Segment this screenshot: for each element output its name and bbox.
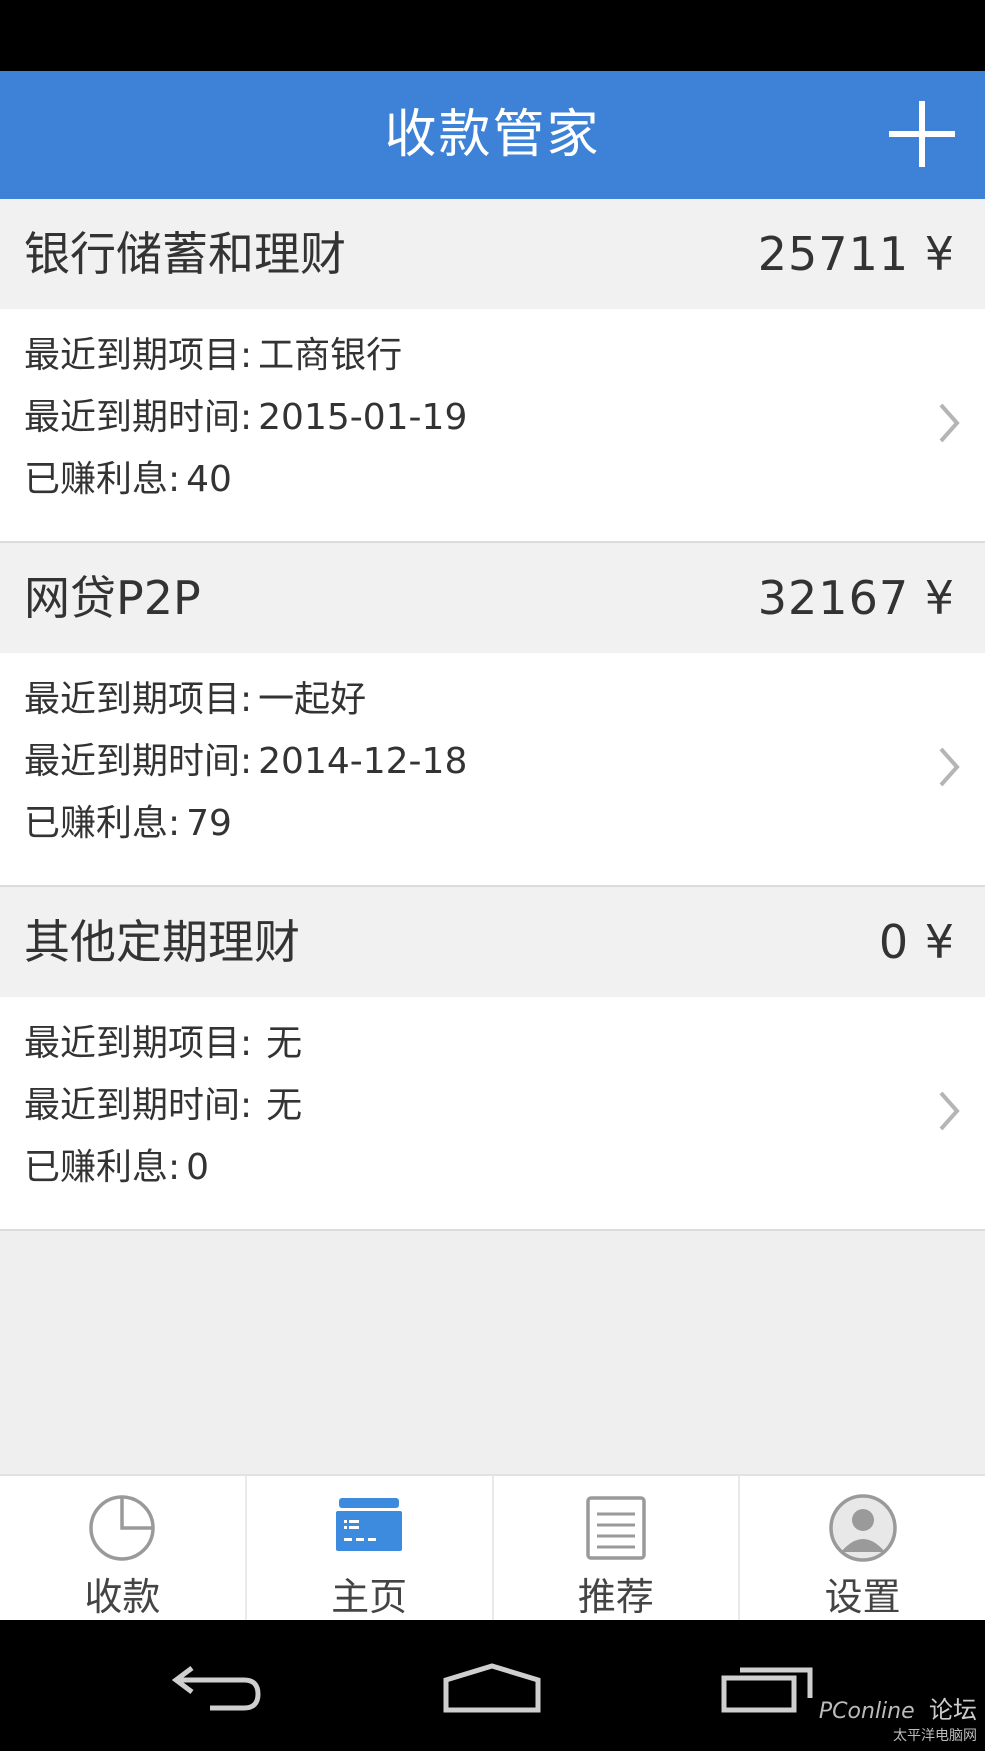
row-value: 2015-01-19 (258, 397, 468, 438)
row-label: 最近到期项目: (24, 335, 253, 376)
row-label: 最近到期项目: (24, 1023, 253, 1064)
pie-chart-icon (89, 1495, 156, 1561)
row-value: 一起好 (258, 679, 367, 720)
user-avatar-icon (828, 1494, 897, 1562)
chevron-right-icon (939, 747, 960, 787)
watermark-brand: PConline (818, 1699, 915, 1724)
recent-apps-icon[interactable] (720, 1662, 816, 1714)
app-header: 收款管家 (0, 71, 985, 199)
tab-label: 设置 (824, 1575, 901, 1619)
section-detail-card[interactable]: 最近到期项目: 工商银行 最近到期时间: 2015-01-19 已赚利息: 40 (0, 309, 985, 543)
tab-label: 收款 (84, 1575, 161, 1619)
section-header: 银行储蓄和理财 25711 ¥ (0, 199, 985, 309)
detail-row-interest: 已赚利息: 40 (24, 455, 232, 505)
section-name: 银行储蓄和理财 (24, 227, 346, 281)
watermark: PConline 论坛 太平洋电脑网 (819, 1690, 977, 1745)
tab-label: 推荐 (577, 1575, 654, 1619)
row-label: 最近到期时间: (24, 1085, 253, 1126)
row-value: 0 (186, 1147, 210, 1188)
section-total: 0 ¥ (878, 915, 955, 969)
section-p2p: 网贷P2P 32167 ¥ 最近到期项目: 一起好 最近到期时间: 2014-12-… (0, 543, 985, 887)
tab-label: 主页 (331, 1575, 408, 1619)
tab-home[interactable]: 主页 (247, 1476, 494, 1622)
section-name: 其他定期理财 (24, 915, 300, 969)
row-value: 40 (186, 459, 232, 500)
section-header: 其他定期理财 0 ¥ (0, 887, 985, 997)
section-detail-card[interactable]: 最近到期项目: 一起好 最近到期时间: 2014-12-18 已赚利息: 79 (0, 653, 985, 887)
row-label: 最近到期时间: (24, 741, 253, 782)
status-bar (0, 0, 985, 71)
detail-row-project: 最近到期项目: 一起好 (24, 675, 366, 725)
list-doc-icon (586, 1496, 646, 1560)
row-label: 已赚利息: (24, 459, 181, 500)
section-total: 32167 ¥ (757, 571, 955, 625)
card-icon (336, 1498, 403, 1551)
row-label: 已赚利息: (24, 1147, 181, 1188)
home-icon[interactable] (442, 1662, 542, 1714)
row-value: 无 (266, 1023, 303, 1064)
section-detail-card[interactable]: 最近到期项目: 无 最近到期时间: 无 已赚利息: 0 (0, 997, 985, 1231)
row-value: 无 (266, 1085, 303, 1126)
section-header: 网贷P2P 32167 ¥ (0, 543, 985, 653)
tab-collect[interactable]: 收款 (0, 1476, 247, 1622)
watermark-forum: 论坛 (929, 1696, 977, 1724)
section-bank-savings: 银行储蓄和理财 25711 ¥ 最近到期项目: 工商银行 最近到期时间: 2015-… (0, 199, 985, 543)
detail-row-project: 最近到期项目: 无 (24, 1019, 302, 1069)
watermark-sub: 太平洋电脑网 (893, 1728, 977, 1744)
detail-row-date: 最近到期时间: 2015-01-19 (24, 393, 467, 443)
row-value: 2014-12-18 (258, 741, 468, 782)
row-label: 已赚利息: (24, 803, 181, 844)
row-label: 最近到期时间: (24, 397, 253, 438)
chevron-right-icon (939, 1091, 960, 1131)
section-name: 网贷P2P (24, 571, 201, 625)
tab-recommend[interactable]: 推荐 (494, 1476, 741, 1622)
section-total: 25711 ¥ (757, 227, 955, 281)
row-value: 工商银行 (258, 335, 403, 376)
detail-row-interest: 已赚利息: 79 (24, 799, 232, 849)
detail-row-project: 最近到期项目: 工商银行 (24, 331, 402, 381)
detail-row-date: 最近到期时间: 无 (24, 1081, 302, 1131)
detail-row-date: 最近到期时间: 2014-12-18 (24, 737, 467, 787)
row-value: 79 (186, 803, 232, 844)
row-label: 最近到期项目: (24, 679, 253, 720)
tab-settings[interactable]: 设置 (740, 1476, 985, 1622)
back-icon[interactable] (170, 1662, 266, 1714)
add-icon[interactable] (889, 101, 955, 167)
chevron-right-icon (939, 403, 960, 443)
bottom-tab-bar: 收款 主页 推荐 设置 (0, 1474, 985, 1622)
page-title: 收款管家 (384, 105, 601, 165)
detail-row-interest: 已赚利息: 0 (24, 1143, 209, 1193)
section-other-fixed: 其他定期理财 0 ¥ 最近到期项目: 无 最近到期时间: 无 已赚利息: 0 (0, 887, 985, 1231)
